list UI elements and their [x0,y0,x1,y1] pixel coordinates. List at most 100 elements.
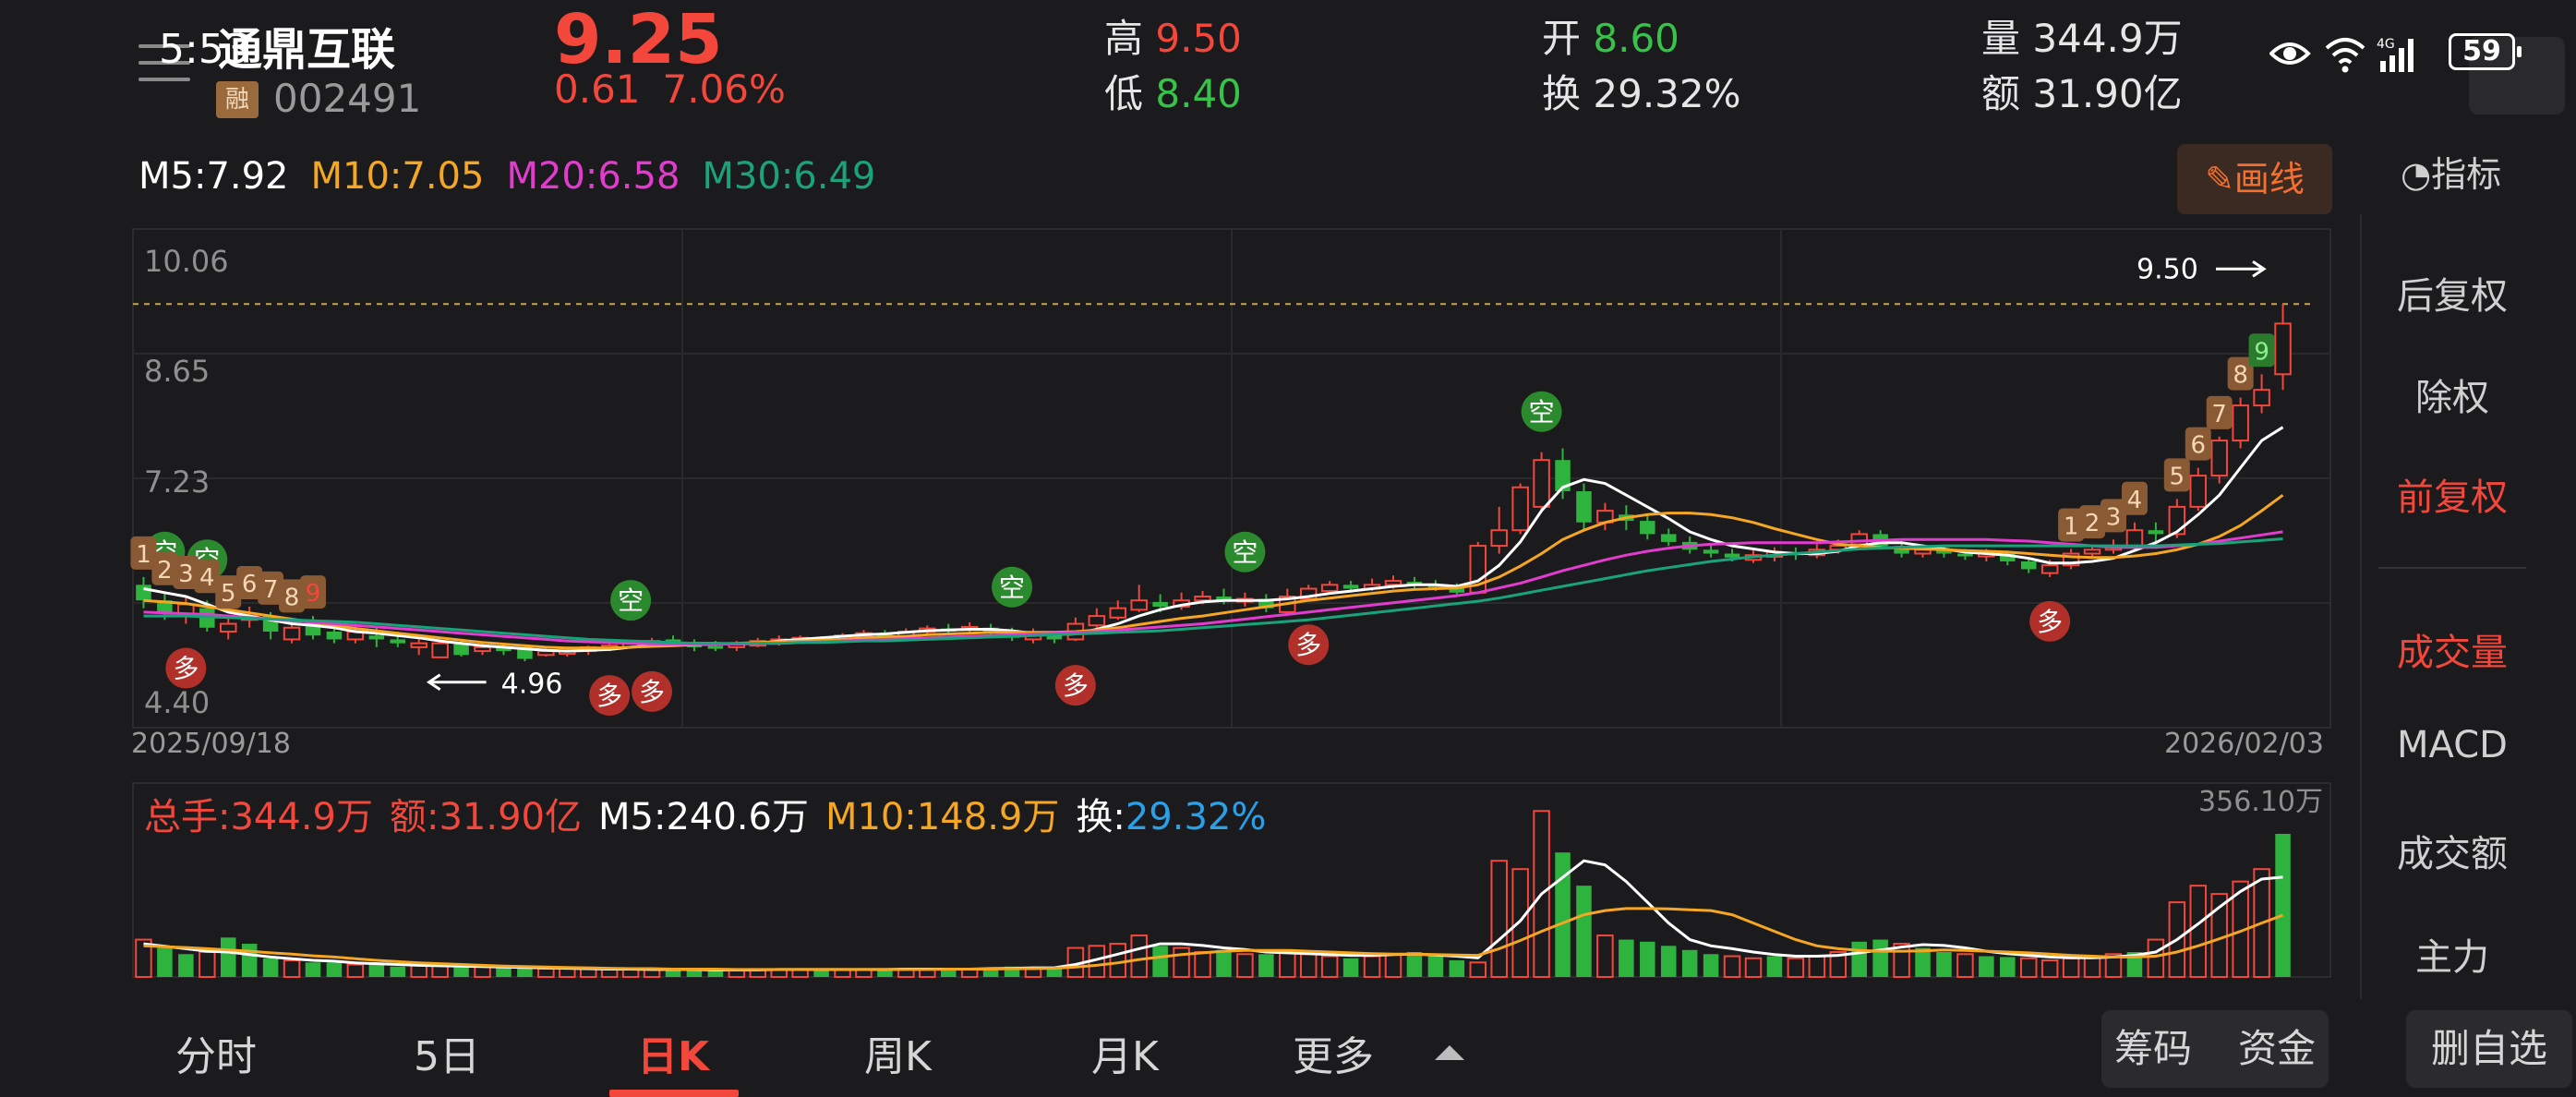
volume-bar-down [262,958,279,977]
candle-body-down [2148,530,2164,535]
count-label: 4 [2127,487,2143,514]
volume-bar-up [1363,955,1381,979]
count-label: 2 [157,557,173,585]
volume-bar-down [157,947,173,977]
volume-bar-down [326,962,343,977]
volume-bar-up [537,968,555,979]
volume-bar-down [496,968,512,977]
count-label: 9 [2254,338,2269,366]
candle-body-down [1660,534,1677,542]
volume-bar-up [1787,957,1805,979]
volume-bar-up [2019,957,2038,979]
volume-bar-up [1723,955,1741,979]
signal-label: 多 [2037,607,2063,637]
price-axis-label: 8.65 [144,354,210,389]
count-label: 2 [2085,510,2101,537]
volume-bar-down [517,968,533,977]
volume-bar-up [1490,860,1508,978]
count-label: 7 [263,576,279,604]
signal-label: 多 [1295,630,1321,660]
signal-label: 多 [639,677,665,707]
signal-label: 空 [1529,397,1555,428]
candle-body-up [2040,564,2059,574]
count-label: 6 [2190,432,2206,460]
volume-bar-up [2062,957,2080,979]
count-label: 8 [2233,362,2248,390]
tab-daily-k[interactable]: 日K [637,1023,709,1082]
volume-bar-down [1872,939,1888,977]
price-axis-label: 10.06 [144,244,229,279]
tab-monthly-k[interactable]: 月K [1091,1023,1159,1082]
volume-bar-up [834,969,851,978]
volume-bar-up [621,968,640,978]
volume-bar-up [2189,885,2208,979]
caret-up-icon[interactable] [1435,1045,1464,1060]
candle-body-up [1109,607,1127,619]
chips-button[interactable]: 筹码 [2114,1026,2192,1071]
volume-bar-down [1046,969,1063,977]
count-label: 1 [136,541,151,569]
volume-bar-down [390,966,406,977]
funds-button[interactable]: 资金 [2238,1026,2316,1071]
volume-bar-up [346,963,365,978]
volume-bar-down [1979,956,1994,977]
candle-body-up [1533,459,1550,508]
candle-body-up [410,642,427,648]
volume-bar-up [1808,955,1826,979]
volume-bar-up [1299,953,1318,979]
vol-m10: M10:148.9万 [825,796,1060,838]
kline-chart[interactable]: 10.068.657.234.409.504.96空空多空多多空多空多空多123… [0,0,2576,1097]
date-start: 2025/09/18 [131,728,291,760]
candle-body-up [283,626,301,641]
volume-bar-up [283,959,301,978]
vol-total: 总手:344.9万 [144,796,373,838]
volume-bar-down [1576,886,1592,977]
tab-weekly-k[interactable]: 周K [864,1023,932,1082]
candle-body-up [2253,389,2270,407]
volume-bar-up [2040,959,2059,978]
volume-bar-down [220,937,236,977]
count-label: 3 [178,561,194,588]
volume-bar-down [2000,957,2016,977]
chips-funds-group: 筹码 资金 [2101,1010,2329,1088]
candle-body-down [1957,553,1973,557]
tab-more[interactable]: 更多 [1293,1023,1374,1082]
count-label: 6 [242,571,258,598]
candle-body-up [431,642,449,658]
ma-line-m10 [143,493,2284,650]
volume-bar-down [940,969,957,977]
signal-label: 多 [1063,670,1089,701]
volume-legend: 总手:344.9万 额:31.90亿 M5:240.6万 M10:148.9万 换:29… [144,787,1282,840]
candle-body-up [1088,615,1106,627]
volume-bar-down [305,962,321,977]
volume-bar-up [1173,946,1190,979]
count-label: 5 [221,580,236,608]
volume-bar-down [1936,952,1952,977]
remove-watchlist-button[interactable]: 删自选 [2406,1010,2572,1088]
volume-bar-down [1681,949,1698,977]
signal-label: 多 [173,654,199,684]
vol-turnover-label: 换: [1076,796,1125,838]
candle-body-up [2189,475,2208,508]
candle-body-up [2210,440,2228,477]
volume-bar-up [1279,951,1296,978]
volume-bar-up [2147,938,2165,979]
volume-bar-up [559,968,576,979]
volume-bar-up [410,964,427,979]
candle-body-up [1511,486,1529,532]
candle-body-down [707,645,724,649]
volume-bar-down [1703,954,1719,977]
volume-bar-down [178,954,194,977]
candle-body-up [1320,584,1339,593]
candle-body-up [2125,529,2144,548]
tab-intraday[interactable]: 分时 [175,1023,257,1082]
volume-bar-down [1427,956,1444,977]
candle-body-up [1194,595,1211,602]
active-tab-indicator [609,1090,739,1097]
count-label: 4 [199,564,215,592]
volume-bar-down [1619,939,1634,977]
volume-bar-up [199,951,216,978]
volume-bar-up [474,965,491,979]
tab-5day[interactable]: 5日 [414,1023,480,1082]
volume-bar-down [1851,941,1867,977]
